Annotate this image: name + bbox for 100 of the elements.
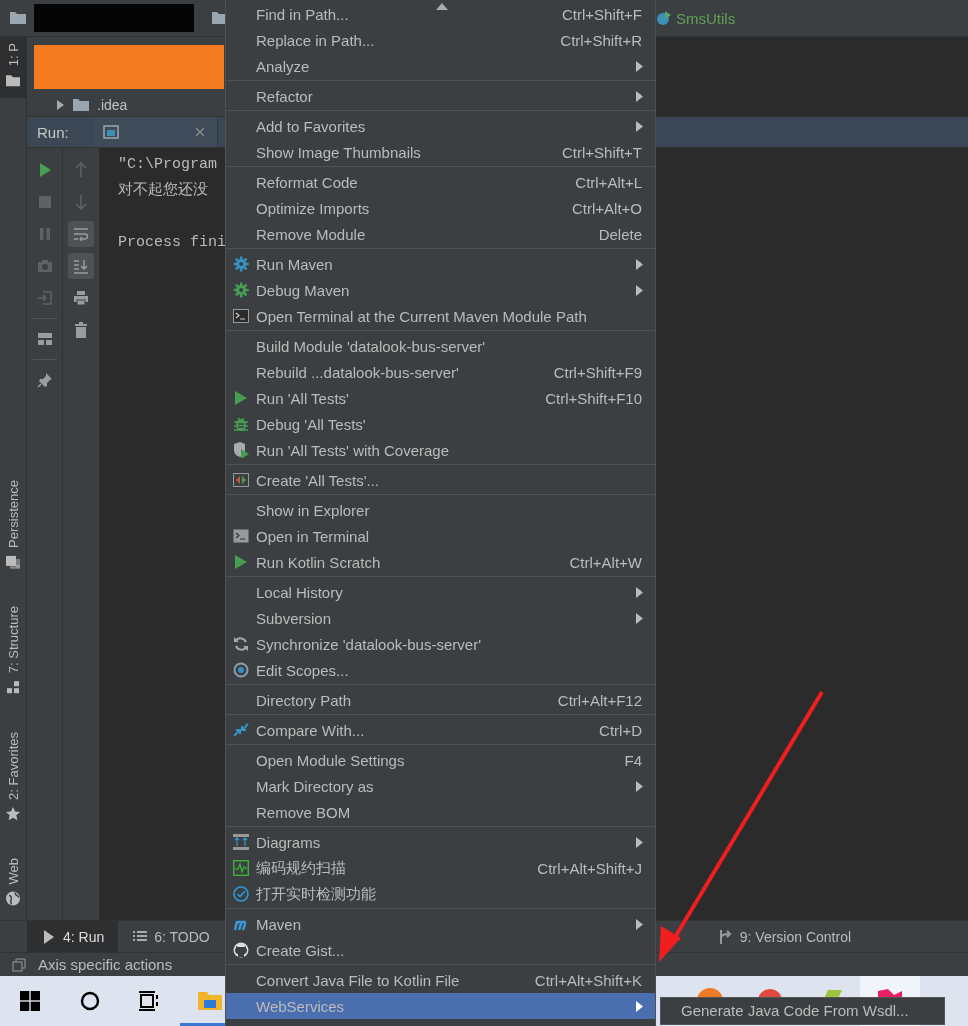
shortcut: Ctrl+Shift+T xyxy=(561,143,642,161)
menu-item[interactable]: Analyze xyxy=(226,53,655,79)
bug-icon xyxy=(233,416,249,432)
menu-item[interactable]: Rebuild ...datalook-bus-server' Ctrl+Shift+F9 xyxy=(226,359,655,385)
menu-item[interactable]: Subversion xyxy=(226,605,655,631)
shortcut: Ctrl+Shift+F10 xyxy=(545,389,642,407)
menu-item[interactable]: Remove BOM xyxy=(226,799,655,825)
menu-item[interactable]: Directory Path Ctrl+Alt+F12 xyxy=(226,687,655,713)
window-icon[interactable] xyxy=(12,957,26,972)
task-view-icon[interactable] xyxy=(139,991,161,1011)
menu-item[interactable]: Remove Module Delete xyxy=(226,221,655,247)
shortcut: Ctrl+Alt+L xyxy=(575,173,642,191)
gear-icon xyxy=(233,256,249,272)
down-arrow-icon[interactable] xyxy=(73,194,89,210)
menu-item[interactable]: Edit Scopes... xyxy=(226,657,655,683)
pin-icon[interactable] xyxy=(36,372,53,388)
windows-logo-icon[interactable] xyxy=(20,991,40,1011)
menu-item[interactable]: Find in Path... Ctrl+Shift+F xyxy=(226,1,655,27)
menu-item[interactable]: Open in Terminal xyxy=(226,523,655,549)
up-arrow-icon[interactable] xyxy=(73,162,89,178)
toggle-button[interactable] xyxy=(68,253,94,279)
folder-icon[interactable] xyxy=(10,12,26,24)
shortcut: Ctrl+Alt+O xyxy=(571,199,642,217)
menu-item[interactable]: 打开实时检测功能 xyxy=(226,881,655,907)
menu-item[interactable]: Mark Directory as xyxy=(226,773,655,799)
editor-tab[interactable]: SmsUtils xyxy=(656,9,736,27)
globe-icon xyxy=(5,890,21,906)
run-icon xyxy=(233,554,249,570)
shortcut: Ctrl+Alt+F12 xyxy=(557,691,642,709)
tool-window-tab[interactable]: Persistence xyxy=(0,476,27,575)
menu-item[interactable]: Add to Favorites xyxy=(226,113,655,139)
run-tab[interactable] xyxy=(94,117,218,147)
diagram-icon xyxy=(233,834,249,850)
menu-item[interactable]: Run Maven xyxy=(226,251,655,277)
console-output: "C:\Program 对不起您还没 Process fini xyxy=(118,155,227,253)
camera-icon[interactable] xyxy=(36,258,53,274)
menu-item[interactable]: Generate Java Code From Wsdl... xyxy=(661,998,944,1024)
exit-icon[interactable] xyxy=(36,290,53,306)
trash-icon[interactable] xyxy=(73,322,89,338)
expand-arrow-icon[interactable] xyxy=(55,100,65,110)
check-circle-icon xyxy=(233,886,249,902)
search-icon[interactable] xyxy=(80,991,100,1011)
menu-item[interactable]: Create 'All Tests'... xyxy=(226,467,655,493)
tool-window-tab[interactable]: 4: Run xyxy=(27,921,119,952)
scroll-up-arrow-icon[interactable] xyxy=(436,3,448,10)
menu-item[interactable]: 编码规约扫描 Ctrl+Alt+Shift+J xyxy=(226,855,655,881)
menu-item[interactable]: Create Gist... xyxy=(226,937,655,963)
print-icon[interactable] xyxy=(73,290,89,306)
menu-item[interactable]: Maven xyxy=(226,911,655,937)
shortcut: Ctrl+Alt+W xyxy=(569,553,642,571)
shortcut: Ctrl+Shift+R xyxy=(560,31,642,49)
menu-item[interactable]: Run 'All Tests' Ctrl+Shift+F10 xyxy=(226,385,655,411)
menu-item[interactable]: Show Image Thumbnails Ctrl+Shift+T xyxy=(226,139,655,165)
shortcut: Ctrl+Alt+Shift+K xyxy=(534,971,642,989)
stop-icon[interactable] xyxy=(36,194,53,210)
menu-item[interactable]: Convert Java File to Kotlin File Ctrl+Alt+Shift+K xyxy=(226,967,655,993)
shortcut: Ctrl+D xyxy=(599,721,642,739)
menu-item[interactable]: Synchronize 'datalook-bus-server' xyxy=(226,631,655,657)
sync-icon xyxy=(233,636,249,652)
close-icon[interactable] xyxy=(194,127,205,137)
cat-logo-icon xyxy=(233,942,249,958)
test-class-icon xyxy=(233,472,249,488)
menu-item[interactable]: Build Module 'datalook-bus-server' xyxy=(226,333,655,359)
menu-item[interactable]: Open Terminal at the Current Maven Module Path xyxy=(226,303,655,329)
waveform-icon xyxy=(233,860,249,876)
tool-window-tab[interactable]: 2: Favorites xyxy=(0,727,27,826)
tool-window-tab[interactable]: 1: P xyxy=(0,37,27,99)
menu-item[interactable]: Run Kotlin Scratch Ctrl+Alt+W xyxy=(226,549,655,575)
shield-play-icon xyxy=(233,442,249,458)
window-icon xyxy=(102,124,119,140)
menu-item[interactable]: Debug 'All Tests' xyxy=(226,411,655,437)
menu-item[interactable]: Refactor xyxy=(226,83,655,109)
menu-item[interactable]: Debug Maven xyxy=(226,277,655,303)
target-icon xyxy=(233,662,249,678)
folder-icon xyxy=(5,72,21,89)
tool-window-tab[interactable]: 7: Structure xyxy=(0,602,27,700)
shortcut: F4 xyxy=(624,751,642,769)
menu-item[interactable]: Reformat Code Ctrl+Alt+L xyxy=(226,169,655,195)
scroll-to-end-icon xyxy=(73,258,89,274)
tool-window-tab[interactable]: Web xyxy=(0,853,27,910)
compare-icon xyxy=(233,722,249,738)
wrap-icon xyxy=(73,226,89,242)
menu-item[interactable]: Show in Explorer xyxy=(226,497,655,523)
layers-icon xyxy=(5,554,21,571)
menu-item[interactable]: Replace in Path... Ctrl+Shift+R xyxy=(226,27,655,53)
tool-window-tab[interactable]: 9: Version Control xyxy=(703,921,866,952)
toggle-button[interactable] xyxy=(68,221,94,247)
layout-icon[interactable] xyxy=(36,331,53,347)
branch-icon xyxy=(717,928,734,945)
blocks-icon xyxy=(5,679,21,696)
menu-item[interactable]: Open Module Settings F4 xyxy=(226,747,655,773)
tool-window-tab[interactable]: 6: TODO xyxy=(118,921,224,952)
terminal-icon xyxy=(233,528,249,544)
menu-item[interactable]: Local History xyxy=(226,579,655,605)
tree-item[interactable]: .idea xyxy=(27,95,225,115)
star-icon xyxy=(5,805,21,822)
menu-item[interactable]: Compare With... Ctrl+D xyxy=(226,717,655,743)
menu-item[interactable]: Run 'All Tests' with Coverage xyxy=(226,437,655,463)
menu-item[interactable]: Diagrams xyxy=(226,829,655,855)
menu-item[interactable]: Optimize Imports Ctrl+Alt+O xyxy=(226,195,655,221)
